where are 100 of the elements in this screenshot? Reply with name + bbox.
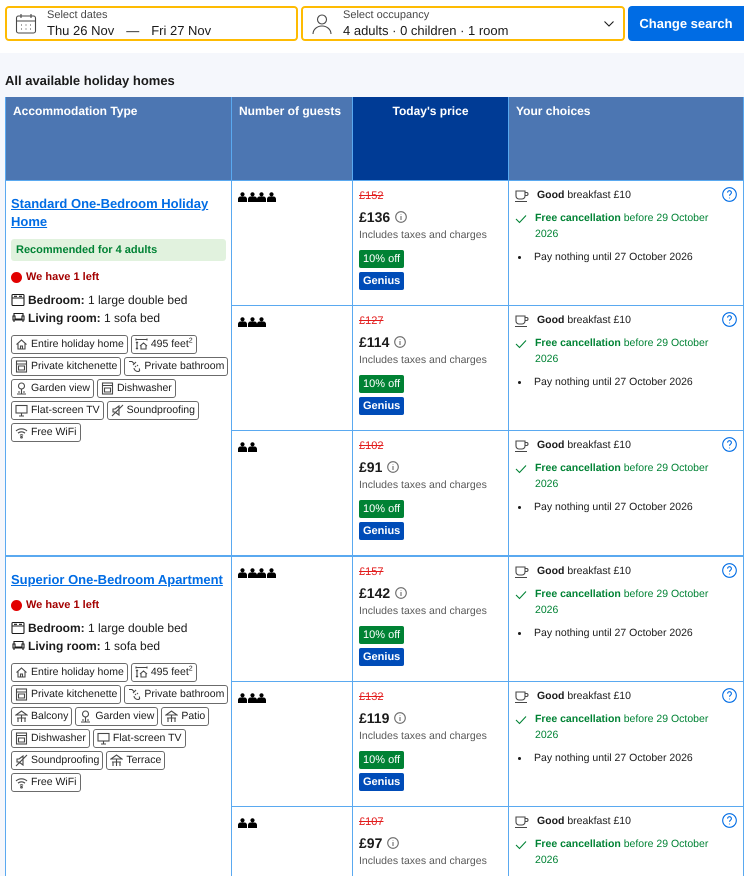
person-icon bbox=[257, 693, 266, 703]
taxes-note: Includes taxes and charges bbox=[359, 605, 488, 617]
room-name-link[interactable]: Superior One-Bedroom Apartment bbox=[11, 571, 226, 589]
sofa-icon bbox=[11, 311, 25, 325]
cup-icon bbox=[515, 816, 529, 828]
date-separator: — bbox=[126, 22, 140, 38]
bed-info: Bedroom: 1 large double bed bbox=[28, 293, 188, 307]
original-price: £102 bbox=[359, 439, 384, 453]
facility-tag: Dishwasher bbox=[11, 729, 90, 748]
facility-tag: Private kitchenette bbox=[11, 357, 122, 376]
cancellation-text: Free cancellation before 29 October 2026 bbox=[535, 837, 710, 868]
calendar-icon bbox=[15, 12, 37, 34]
taxes-note: Includes taxes and charges bbox=[359, 855, 488, 867]
meal-text: Good breakfast £10 bbox=[537, 814, 631, 829]
taxes-note: Includes taxes and charges bbox=[359, 354, 488, 366]
meal-text: Good breakfast £10 bbox=[537, 438, 631, 453]
help-icon bbox=[722, 563, 737, 578]
check-icon bbox=[515, 214, 527, 224]
check-icon bbox=[515, 715, 527, 725]
room-size-icon bbox=[134, 338, 148, 351]
dishwasher-icon bbox=[100, 382, 114, 395]
person-icon bbox=[257, 568, 266, 578]
change-search-button[interactable]: Change search bbox=[628, 6, 744, 41]
date-picker-field[interactable]: Select dates Thu 26 Nov — Fri 27 Nov bbox=[5, 6, 298, 41]
person-icon bbox=[238, 693, 247, 703]
help-icon bbox=[722, 187, 737, 202]
person-icon bbox=[257, 317, 266, 327]
help-icon bbox=[722, 437, 737, 452]
payment-text: Pay nothing until 27 October 2026 bbox=[534, 250, 693, 265]
payment-text: Pay nothing until 27 October 2026 bbox=[534, 375, 693, 390]
bed-info: Bedroom: 1 large double bed bbox=[28, 621, 188, 635]
genius-badge: Genius bbox=[359, 272, 404, 290]
cup-icon bbox=[515, 691, 529, 703]
cup-icon bbox=[515, 315, 529, 327]
facility-tag: Free WiFi bbox=[11, 423, 80, 442]
price: £114 bbox=[359, 333, 390, 351]
field-label: Select occupancy bbox=[343, 8, 430, 22]
house-icon bbox=[15, 666, 28, 679]
original-price: £107 bbox=[359, 815, 384, 829]
wifi-icon bbox=[15, 426, 28, 439]
bullet-icon bbox=[518, 381, 521, 384]
discount-badge: 10% off bbox=[359, 751, 404, 769]
person-icon bbox=[311, 12, 333, 34]
price: £136 bbox=[359, 208, 390, 226]
genius-badge: Genius bbox=[359, 773, 404, 791]
bullet-icon bbox=[518, 632, 521, 635]
parasol-table-icon bbox=[110, 754, 124, 767]
check-out-date: Fri 27 Nov bbox=[151, 22, 212, 38]
column-header: Today's price bbox=[352, 97, 508, 180]
availability-dot bbox=[11, 272, 22, 282]
help-icon bbox=[722, 688, 737, 703]
price: £119 bbox=[359, 709, 390, 727]
facility-tag: Balcony bbox=[11, 707, 72, 726]
info-icon bbox=[394, 336, 406, 348]
facility-tag: Terrace bbox=[106, 751, 166, 770]
person-icon bbox=[238, 568, 247, 578]
payment-text: Pay nothing until 27 October 2026 bbox=[534, 626, 693, 641]
facility-tag: Private bathroom bbox=[124, 357, 228, 376]
muted-speaker-icon bbox=[110, 404, 124, 417]
facility-tag: Soundproofing bbox=[106, 401, 199, 420]
facility-tag: 495 feet$^{2}$ bbox=[130, 663, 197, 682]
person-icon bbox=[257, 192, 266, 202]
house-icon bbox=[15, 338, 28, 351]
facility-tag: 495 feet$^{2}$ bbox=[130, 335, 197, 354]
person-icon bbox=[248, 568, 256, 578]
oven-icon bbox=[15, 688, 28, 701]
bed-icon bbox=[11, 293, 25, 307]
person-icon bbox=[248, 317, 256, 327]
cancellation-text: Free cancellation before 29 October 2026 bbox=[535, 211, 710, 242]
facility-tag: Garden view bbox=[75, 707, 158, 726]
parasol-table-icon bbox=[15, 710, 28, 723]
bullet-icon bbox=[518, 757, 521, 760]
price: £91 bbox=[359, 458, 382, 476]
check-icon bbox=[515, 840, 527, 850]
column-header: Your choices bbox=[508, 97, 744, 180]
check-icon bbox=[515, 590, 527, 600]
price: £142 bbox=[359, 584, 390, 602]
occupancy-field[interactable]: Select occupancy 4 adults · 0 children · 1 room bbox=[301, 6, 625, 41]
field-label: Select dates bbox=[47, 8, 109, 22]
payment-text: Pay nothing until 27 October 2026 bbox=[534, 500, 693, 515]
info-icon bbox=[395, 587, 408, 599]
person-icon bbox=[238, 192, 247, 202]
genius-badge: Genius bbox=[359, 397, 404, 415]
dishwasher-icon bbox=[15, 732, 28, 745]
genius-badge: Genius bbox=[359, 648, 404, 666]
info-icon bbox=[387, 461, 400, 473]
oven-icon bbox=[15, 360, 28, 373]
tree-icon bbox=[15, 382, 28, 395]
cancellation-text: Free cancellation before 29 October 2026 bbox=[535, 336, 710, 367]
room-name-link[interactable]: Standard One-Bedroom Holiday Home bbox=[11, 195, 226, 231]
bullet-icon bbox=[518, 256, 521, 259]
monitor-icon bbox=[15, 404, 28, 417]
person-icon bbox=[266, 568, 276, 578]
discount-badge: 10% off bbox=[359, 626, 404, 644]
facility-tag: Entire holiday home bbox=[11, 335, 128, 354]
wifi-icon bbox=[15, 776, 28, 789]
recommendation-banner: Recommended for 4 adults bbox=[11, 239, 226, 261]
occupancy-value: 4 adults · 0 children · 1 room bbox=[343, 22, 510, 38]
person-icon bbox=[238, 317, 247, 327]
person-icon bbox=[238, 818, 247, 828]
